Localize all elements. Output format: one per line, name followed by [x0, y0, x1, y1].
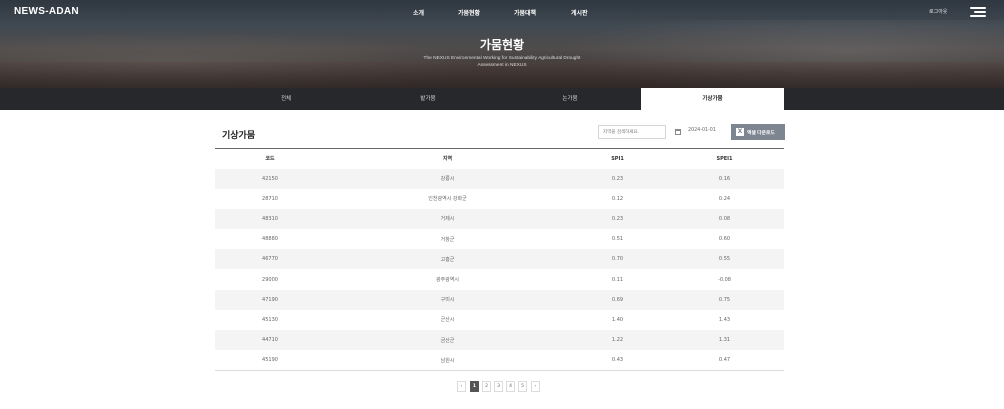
cell-region: 금산군: [440, 337, 455, 344]
hero-banner: NEWS-ADAN 소개 가뭄현황 가뭄대책 게시판 로그아웃 가뭄현황 The…: [0, 0, 1004, 88]
nav-item-intro[interactable]: 소개: [413, 8, 424, 17]
cell-spi1: 1.40: [611, 316, 624, 323]
cell-code: 48880: [262, 236, 278, 243]
table-row: 48310 거제시 0.23 0.08: [215, 208, 784, 230]
page-subtitle-line: The NEXUS Environmental Working for Sust…: [423, 56, 581, 61]
cell-region: 거창군: [440, 236, 455, 243]
cell-region: 인천광역시 강화군: [428, 196, 467, 203]
cell-code: 45190: [262, 357, 278, 364]
excel-download-label: 엑셀 다운로드: [747, 131, 775, 136]
date-value[interactable]: 2024-01-01: [688, 128, 716, 133]
tab-meteorological-drought[interactable]: 기상가뭄: [641, 88, 784, 110]
page-title: 가뭄현황: [479, 38, 525, 52]
cell-region: 광주광역시: [435, 277, 459, 284]
cell-spi1: 0.23: [611, 175, 624, 182]
column-header-spi1: SPI1: [570, 148, 665, 169]
table-row: 29000 광주광역시 0.11 -0.08: [215, 269, 784, 289]
pagination-page-3[interactable]: 3: [494, 381, 503, 392]
pagination-next-button[interactable]: ›: [531, 381, 540, 392]
cell-code: 44710: [262, 337, 278, 344]
column-header-code: 코드: [215, 148, 325, 169]
nav-item-drought-status[interactable]: 가뭄현황: [458, 8, 480, 17]
cell-region: 군산시: [440, 317, 455, 324]
cell-region: 고흥군: [440, 256, 455, 263]
region-search-input[interactable]: [598, 125, 666, 139]
pagination-prev-button[interactable]: ‹: [457, 381, 466, 392]
cell-spi1: 0.11: [611, 276, 624, 283]
calendar-icon[interactable]: [675, 129, 681, 135]
nav-item-board[interactable]: 게시판: [571, 8, 588, 17]
cell-code: 46770: [262, 256, 278, 263]
top-navigation-bar: NEWS-ADAN 소개 가뭄현황 가뭄대책 게시판 로그아웃: [0, 0, 1004, 24]
cell-region: 거제시: [440, 216, 455, 223]
table-row: 42150 강릉시 0.23 0.16: [215, 168, 784, 189]
cell-spei1: 0.16: [718, 175, 731, 182]
cell-code: 28710: [262, 195, 278, 202]
cell-code: 42150: [262, 175, 278, 182]
cell-spei1: 0.60: [718, 236, 731, 243]
cell-spei1: 1.43: [718, 316, 731, 323]
cell-spei1: 0.75: [718, 296, 731, 303]
cell-region: 남원시: [440, 357, 455, 364]
cell-spi1: 0.69: [611, 296, 624, 303]
table-row: 46770 고흥군 0.70 0.55: [215, 249, 784, 270]
cell-spi1: 0.12: [611, 195, 624, 202]
pagination-page-1[interactable]: 1: [470, 381, 479, 392]
cell-region: 강릉시: [440, 176, 455, 183]
cell-spi1: 0.23: [611, 215, 624, 222]
cell-region: 구미시: [440, 297, 455, 304]
cell-spei1: 0.24: [718, 195, 731, 202]
table-header-row: 코드 지역 SPI1 SPEI1: [215, 148, 784, 169]
excel-download-button[interactable]: X 엑셀 다운로드: [731, 124, 785, 140]
section-title: 기상가뭄: [222, 131, 256, 141]
tab-all[interactable]: 전체: [215, 88, 357, 110]
cell-spi1: 1.22: [611, 337, 624, 344]
table-row: 47190 구미시 0.69 0.75: [215, 289, 784, 310]
table-row: 45130 군산시 1.40 1.43: [215, 310, 784, 330]
cell-spei1: 0.55: [718, 256, 731, 263]
main-nav: 소개 가뭄현황 가뭄대책 게시판: [0, 8, 1004, 20]
cell-code: 45130: [262, 316, 278, 323]
cell-spei1: 0.08: [718, 215, 731, 222]
logout-link[interactable]: 로그아웃: [929, 8, 947, 15]
cell-spei1: 0.47: [718, 357, 731, 364]
table-row: 45190 남원시 0.43 0.47: [215, 350, 784, 371]
pagination-page-2[interactable]: 2: [482, 381, 491, 392]
page-subtitle-line: Assessment in NEXUS: [477, 63, 527, 68]
tab-field-drought[interactable]: 밭가뭄: [357, 88, 499, 110]
tab-paddy-drought[interactable]: 논가뭄: [499, 88, 641, 110]
cell-spi1: 0.70: [611, 256, 624, 263]
table-row: 28710 인천광역시 강화군 0.12 0.24: [215, 189, 784, 209]
hamburger-menu-icon[interactable]: [970, 7, 986, 17]
cell-spei1: -0.08: [718, 276, 731, 283]
nav-item-drought-measures[interactable]: 가뭄대책: [514, 8, 536, 17]
cell-spi1: 0.51: [611, 236, 624, 243]
column-header-spei1: SPEI1: [665, 148, 784, 169]
category-tabs: 전체 밭가뭄 논가뭄 기상가뭄: [0, 88, 1004, 110]
pagination-page-4[interactable]: 4: [506, 381, 515, 392]
column-header-region: 지역: [325, 148, 570, 169]
cell-spei1: 1.31: [718, 337, 731, 344]
cell-code: 47190: [262, 296, 278, 303]
excel-icon: X: [736, 128, 744, 136]
cell-code: 29000: [262, 276, 278, 283]
date-picker[interactable]: 2024-01-01: [672, 125, 726, 139]
cell-spi1: 0.43: [611, 357, 624, 364]
drought-table: 코드 지역 SPI1 SPEI1 42150 강릉시 0.23 0.16 287…: [215, 148, 784, 371]
page-subtitle: The NEXUS Environmental Working for Sust…: [0, 55, 1004, 69]
table-row: 48880 거창군 0.51 0.60: [215, 229, 784, 249]
pagination-page-5[interactable]: 5: [518, 381, 527, 392]
table-row: 44710 금산군 1.22 1.31: [215, 330, 784, 351]
cell-code: 48310: [262, 215, 278, 222]
